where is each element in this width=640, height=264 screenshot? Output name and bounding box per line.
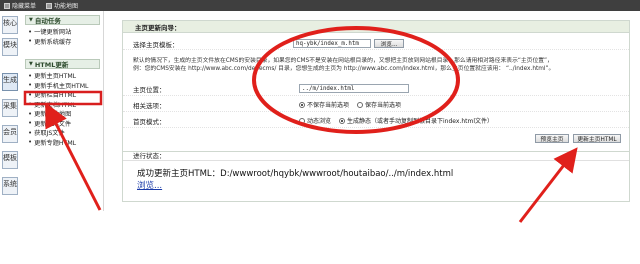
collapse-arrow-icon: ▼	[29, 61, 33, 67]
sidebar-item-update-home-html[interactable]: • 更新主页HTML	[22, 71, 103, 81]
browse-result-link[interactable]: 浏览...	[137, 181, 162, 191]
sidebar-item-update-article-html[interactable]: • 更新文档HTML	[22, 100, 103, 110]
template-input[interactable]: hq-ybk/index_m.htm	[293, 39, 371, 48]
radio-icon[interactable]	[299, 117, 305, 124]
option-save[interactable]: 保存当前选项	[357, 100, 401, 109]
vtab-core[interactable]: 核心	[2, 16, 18, 34]
help-line-1: 默认的情况下，生成的主页文件放在CMS的安装目录，如果您的CMS不是安装在网站根…	[133, 58, 553, 64]
collapse-arrow-icon: ▼	[29, 17, 33, 23]
radio-icon[interactable]	[339, 117, 346, 124]
hide-menu-label: 隐藏菜单	[12, 3, 37, 10]
action-row: 预览主页 更新主页HTML	[123, 130, 629, 146]
section-title: HTML更新	[34, 61, 69, 69]
function-map-label: 功能地图	[54, 3, 79, 10]
vertical-tabs: 核心 模块 生成 采集 会员 模板 系统	[0, 11, 20, 211]
sidebar-item-label: 更新栏目HTML	[34, 92, 77, 100]
bullet-icon: •	[28, 27, 33, 36]
template-label: 选择主页模板：	[133, 40, 179, 49]
option-dynamic[interactable]: 动态浏览	[299, 116, 331, 125]
bullet-icon: •	[28, 119, 33, 128]
map-icon	[46, 2, 53, 9]
radio-icon[interactable]	[299, 101, 305, 108]
sidebar-item-label: 获取JS文件	[34, 130, 65, 138]
sidebar-item-label: 一键更新网站	[34, 29, 72, 37]
vtab-member[interactable]: 会员	[2, 125, 18, 143]
sidebar-item-update-category-html[interactable]: • 更新栏目HTML	[22, 90, 103, 100]
option-label: 保存当前选项	[365, 102, 402, 109]
related-options-label: 相关选项：	[133, 101, 166, 110]
sidebar: ▼ 自动任务 • 一键更新网站 • 更新系统缓存 ▼ HTML更新 • 更新主页HTM…	[22, 11, 104, 211]
sidebar-item-label: 更新RSS文件	[34, 120, 72, 128]
sidebar-item-label: 更新文档HTML	[34, 101, 77, 109]
sidebar-item-update-sitemap[interactable]: • 更新网站地图	[22, 109, 103, 119]
home-mode-label: 首页模式：	[133, 117, 166, 126]
update-home-html-button[interactable]: 更新主页HTML	[573, 133, 621, 143]
radio-icon[interactable]	[357, 101, 364, 108]
progress-message: 成功更新主页HTML：D:/wwwroot/hqybk/wwwroot/hout…	[137, 169, 454, 179]
bullet-icon: •	[28, 71, 33, 80]
option-no-save[interactable]: 不保存当前选项	[299, 100, 349, 109]
vtab-template[interactable]: 模板	[2, 151, 18, 169]
bullet-icon: •	[28, 90, 33, 99]
sidebar-item-update-topic-html[interactable]: • 更新专题HTML	[22, 138, 103, 148]
sidebar-item-label: 更新网站地图	[34, 111, 72, 119]
sidebar-item-update-rss[interactable]: • 更新RSS文件	[22, 119, 103, 129]
hide-menu-icon	[4, 2, 10, 9]
location-row: 主页位置： ../m/index.html	[123, 82, 629, 96]
bullet-icon: •	[28, 109, 33, 118]
bullet-icon: •	[28, 128, 33, 137]
bullet-icon: •	[28, 100, 33, 109]
vtab-generate[interactable]: 生成	[2, 73, 18, 91]
panel-title: 主页更新向导：	[123, 21, 629, 33]
option-label: 动态浏览	[307, 118, 332, 125]
section-title: 自动任务	[34, 17, 61, 25]
sidebar-item-get-js[interactable]: • 获取JS文件	[22, 128, 103, 138]
option-static[interactable]: 生成静态（或者手动复制到根目录下index.html文件）	[339, 116, 493, 125]
help-line-2: 例：您的CMS安装在 http://www.abc.com/dedecms/ 目…	[133, 66, 555, 72]
sidebar-item-update-cache[interactable]: • 更新系统缓存	[22, 37, 103, 47]
help-description: 默认的情况下，生成的主页文件放在CMS的安装目录，如果您的CMS不是安装在网站根…	[123, 57, 629, 73]
sidebar-item-label: 更新专题HTML	[34, 139, 77, 147]
home-mode-row: 首页模式： 动态浏览 生成静态（或者手动复制到根目录下index.html文件）	[123, 114, 629, 128]
preview-home-button[interactable]: 预览主页	[535, 133, 569, 143]
browse-template-button[interactable]: 浏览...	[374, 39, 404, 48]
sidebar-section-html-update[interactable]: ▼ HTML更新	[25, 59, 100, 69]
sidebar-item-label: 更新系统缓存	[34, 38, 72, 46]
progress-panel: 进行状态： 成功更新主页HTML：D:/wwwroot/hqybk/wwwroo…	[122, 150, 630, 202]
option-label: 生成静态（或者手动复制到根目录下index.html文件）	[347, 118, 494, 125]
bullet-icon: •	[28, 37, 33, 46]
function-map-button[interactable]: 功能地图	[46, 1, 78, 10]
sidebar-item-label: 更新手机主页HTML	[34, 82, 89, 90]
home-update-panel: 主页更新向导： 选择主页模板： hq-ybk/index_m.htm 浏览...…	[122, 20, 630, 152]
option-label: 不保存当前选项	[307, 102, 350, 109]
progress-label: 进行状态：	[123, 150, 629, 161]
hide-menu-button[interactable]: 隐藏菜单	[4, 1, 36, 10]
vtab-module[interactable]: 模块	[2, 38, 18, 56]
sidebar-item-update-mobile-home-html[interactable]: • 更新手机主页HTML	[22, 81, 103, 91]
bullet-icon: •	[28, 138, 33, 147]
top-bar: 隐藏菜单 功能地图	[0, 0, 640, 11]
sidebar-item-label: 更新主页HTML	[34, 73, 77, 81]
sidebar-section-auto-tasks[interactable]: ▼ 自动任务	[25, 15, 100, 25]
related-options-row: 相关选项： 不保存当前选项 保存当前选项	[123, 98, 629, 112]
vtab-system[interactable]: 系统	[2, 177, 18, 195]
vtab-collect[interactable]: 采集	[2, 99, 18, 117]
location-input[interactable]: ../m/index.html	[299, 84, 409, 93]
location-label: 主页位置：	[133, 85, 166, 94]
template-row: 选择主页模板： hq-ybk/index_m.htm 浏览...	[123, 38, 629, 50]
bullet-icon: •	[28, 81, 33, 90]
sidebar-item-update-site[interactable]: • 一键更新网站	[22, 27, 103, 37]
